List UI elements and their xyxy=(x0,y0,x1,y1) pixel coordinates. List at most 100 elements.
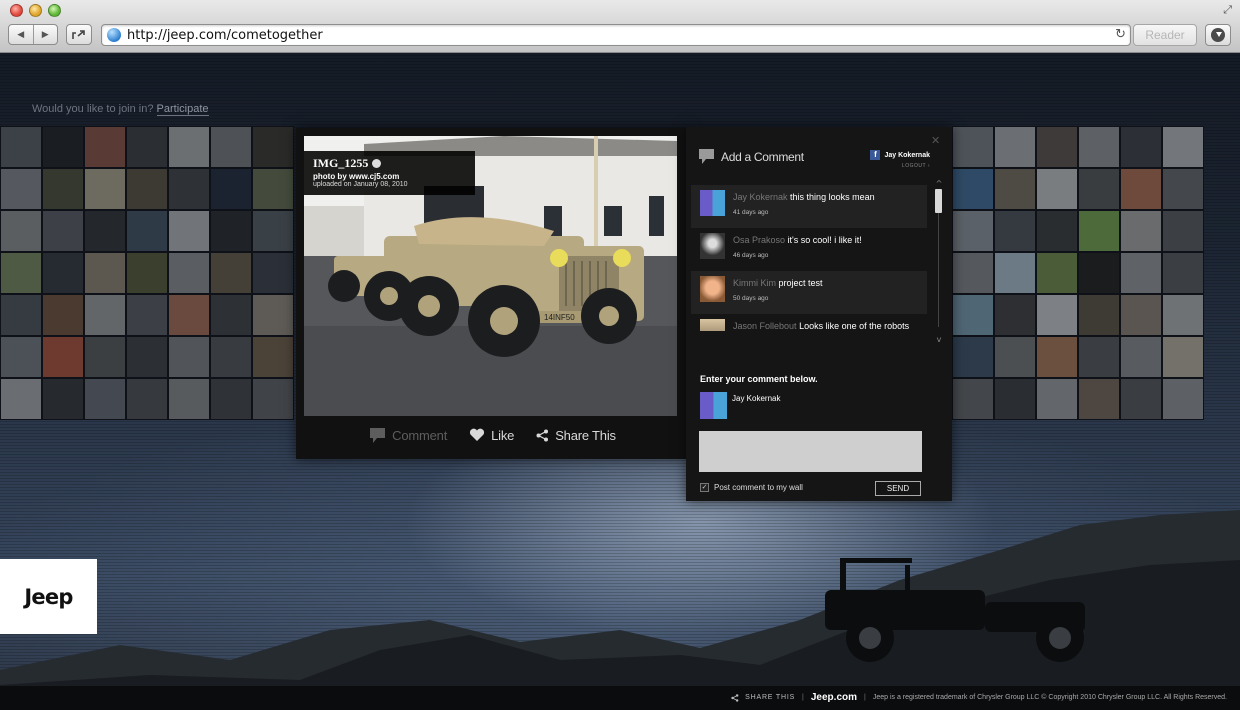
reader-button[interactable]: Reader xyxy=(1133,24,1197,46)
mosaic-tile[interactable] xyxy=(952,210,994,252)
mosaic-tile[interactable] xyxy=(210,126,252,168)
mosaic-tile[interactable] xyxy=(1078,336,1120,378)
mosaic-tile[interactable] xyxy=(1036,336,1078,378)
reload-icon[interactable]: ↻ xyxy=(1115,27,1126,42)
mosaic-tile[interactable] xyxy=(252,168,294,210)
mosaic-tile[interactable] xyxy=(42,336,84,378)
window-close-button[interactable] xyxy=(10,4,23,17)
mosaic-tile[interactable] xyxy=(1078,126,1120,168)
info-icon[interactable] xyxy=(372,159,382,168)
scroll-thumb[interactable] xyxy=(935,189,942,213)
post-to-wall-checkbox[interactable]: ✓ xyxy=(700,483,709,492)
mosaic-tile[interactable] xyxy=(1078,378,1120,420)
mosaic-tile[interactable] xyxy=(42,126,84,168)
mosaic-tile[interactable] xyxy=(168,336,210,378)
mosaic-tile[interactable] xyxy=(1078,294,1120,336)
mosaic-tile[interactable] xyxy=(1120,378,1162,420)
mosaic-tile[interactable] xyxy=(126,126,168,168)
mosaic-tile[interactable] xyxy=(1078,210,1120,252)
mosaic-tile[interactable] xyxy=(168,210,210,252)
mosaic-tile[interactable] xyxy=(1162,336,1204,378)
mosaic-tile[interactable] xyxy=(84,252,126,294)
footer-share-this[interactable]: SHARE THIS xyxy=(731,693,795,702)
mosaic-tile[interactable] xyxy=(1162,210,1204,252)
mosaic-tile[interactable] xyxy=(0,210,42,252)
mosaic-tile[interactable] xyxy=(42,210,84,252)
mosaic-tile[interactable] xyxy=(0,168,42,210)
fullscreen-icon[interactable]: ⤢ xyxy=(1223,3,1232,17)
share-this-button[interactable]: Share This xyxy=(536,428,616,443)
mosaic-tile[interactable] xyxy=(994,210,1036,252)
participate-link[interactable]: Participate xyxy=(156,103,209,116)
mosaic-tile[interactable] xyxy=(42,168,84,210)
mosaic-tile[interactable] xyxy=(1120,210,1162,252)
mosaic-tile[interactable] xyxy=(1162,294,1204,336)
mosaic-tile[interactable] xyxy=(42,378,84,420)
mosaic-tile[interactable] xyxy=(1036,126,1078,168)
mosaic-tile[interactable] xyxy=(0,126,42,168)
mosaic-tile[interactable] xyxy=(994,126,1036,168)
mosaic-tile[interactable] xyxy=(0,336,42,378)
mosaic-tile[interactable] xyxy=(1036,252,1078,294)
mosaic-tile[interactable] xyxy=(84,378,126,420)
mosaic-tile[interactable] xyxy=(210,378,252,420)
mosaic-tile[interactable] xyxy=(952,336,994,378)
mosaic-tile[interactable] xyxy=(994,252,1036,294)
comment-scrollbar[interactable]: ^ v xyxy=(935,179,943,344)
scroll-down-icon[interactable]: v xyxy=(935,335,943,344)
mosaic-tile[interactable] xyxy=(0,294,42,336)
mosaic-tile[interactable] xyxy=(210,294,252,336)
mosaic-tile[interactable] xyxy=(126,168,168,210)
like-button[interactable]: Like xyxy=(469,428,514,443)
mosaic-tile[interactable] xyxy=(0,252,42,294)
mosaic-tile[interactable] xyxy=(1120,252,1162,294)
mosaic-tile[interactable] xyxy=(84,168,126,210)
mosaic-tile[interactable] xyxy=(1078,168,1120,210)
downloads-button[interactable] xyxy=(1205,24,1231,46)
mosaic-tile[interactable] xyxy=(994,294,1036,336)
jeep-logo[interactable]: Jeep xyxy=(0,559,97,634)
mosaic-tile[interactable] xyxy=(1120,168,1162,210)
comment-author[interactable]: Jay Kokernak xyxy=(733,192,788,202)
window-zoom-button[interactable] xyxy=(48,4,61,17)
window-minimize-button[interactable] xyxy=(29,4,42,17)
mosaic-tile[interactable] xyxy=(252,378,294,420)
mosaic-tile[interactable] xyxy=(994,378,1036,420)
comment-input[interactable] xyxy=(699,431,922,472)
mosaic-tile[interactable] xyxy=(168,252,210,294)
mosaic-tile[interactable] xyxy=(168,294,210,336)
mosaic-tile[interactable] xyxy=(1162,252,1204,294)
mosaic-tile[interactable] xyxy=(252,252,294,294)
back-button[interactable]: ◀ xyxy=(9,25,33,44)
mosaic-tile[interactable] xyxy=(994,168,1036,210)
mosaic-tile[interactable] xyxy=(252,294,294,336)
mosaic-tile[interactable] xyxy=(84,294,126,336)
mosaic-tile[interactable] xyxy=(42,252,84,294)
mosaic-tile[interactable] xyxy=(252,336,294,378)
mosaic-tile[interactable] xyxy=(210,252,252,294)
mosaic-tile[interactable] xyxy=(168,168,210,210)
comment-author[interactable]: Kimmi Kim xyxy=(733,278,776,288)
mosaic-tile[interactable] xyxy=(252,210,294,252)
mosaic-tile[interactable] xyxy=(168,378,210,420)
mosaic-tile[interactable] xyxy=(1162,378,1204,420)
mosaic-tile[interactable] xyxy=(952,252,994,294)
mosaic-tile[interactable] xyxy=(0,378,42,420)
mosaic-tile[interactable] xyxy=(126,336,168,378)
mosaic-tile[interactable] xyxy=(126,210,168,252)
url-text[interactable]: http://jeep.com/cometogether xyxy=(127,28,323,43)
mosaic-tile[interactable] xyxy=(952,294,994,336)
address-bar[interactable]: http://jeep.com/cometogether ↻ xyxy=(101,24,1131,46)
mosaic-tile[interactable] xyxy=(210,168,252,210)
comment-button[interactable]: Comment xyxy=(369,427,447,444)
avatar[interactable] xyxy=(700,233,725,259)
send-button[interactable]: SEND xyxy=(875,481,921,496)
mosaic-tile[interactable] xyxy=(42,294,84,336)
mosaic-tile[interactable] xyxy=(1120,126,1162,168)
mosaic-tile[interactable] xyxy=(252,126,294,168)
mosaic-tile[interactable] xyxy=(952,378,994,420)
mosaic-tile[interactable] xyxy=(1036,378,1078,420)
comment-author[interactable]: Osa Prakoso xyxy=(733,235,785,245)
mosaic-tile[interactable] xyxy=(952,126,994,168)
mosaic-tile[interactable] xyxy=(84,126,126,168)
